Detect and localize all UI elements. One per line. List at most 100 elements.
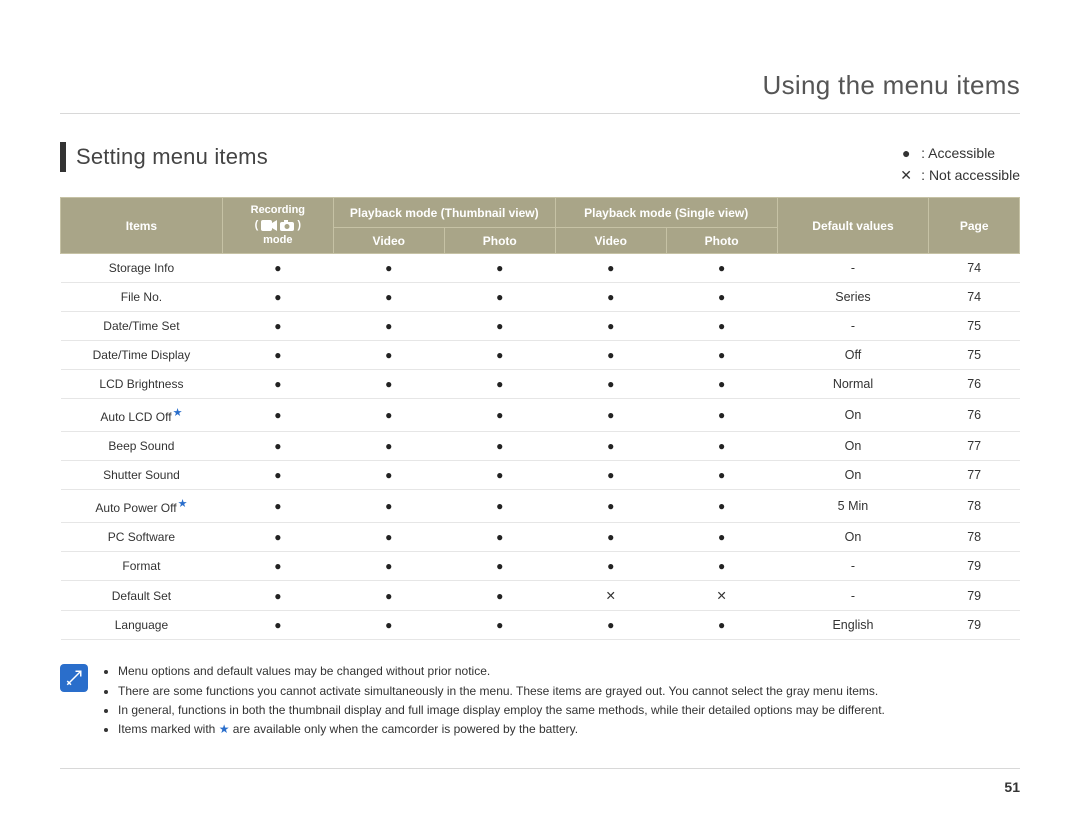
cell-mark: ● xyxy=(444,370,555,399)
divider xyxy=(60,113,1020,114)
cell-mark: ● xyxy=(555,490,666,523)
table-row: Date/Time Set●●●●●-75 xyxy=(61,312,1020,341)
cell-mark: ● xyxy=(666,370,777,399)
th-single-video: Video xyxy=(555,228,666,254)
cell-mark: ● xyxy=(666,254,777,283)
cell-mark: ● xyxy=(222,611,333,640)
table-row: File No.●●●●●Series74 xyxy=(61,283,1020,312)
cell-mark: ● xyxy=(333,370,444,399)
table-row: Date/Time Display●●●●●Off75 xyxy=(61,341,1020,370)
cell-mark: ● xyxy=(555,283,666,312)
cell-default: Off xyxy=(777,341,929,370)
paren-open: ( xyxy=(255,219,259,232)
cell-default: On xyxy=(777,523,929,552)
cell-mark: ● xyxy=(555,399,666,432)
cell-item: Default Set xyxy=(61,581,223,611)
cell-mark: ● xyxy=(444,283,555,312)
cell-mark: ● xyxy=(555,370,666,399)
cell-mark: ● xyxy=(222,523,333,552)
cell-mark: ● xyxy=(333,490,444,523)
photo-mode-icon xyxy=(280,220,294,231)
cell-mark: ● xyxy=(333,611,444,640)
cell-mark: ● xyxy=(555,552,666,581)
cell-mark: ● xyxy=(444,399,555,432)
note-item: Menu options and default values may be c… xyxy=(118,662,885,681)
table-row: Language●●●●●English79 xyxy=(61,611,1020,640)
cell-page: 79 xyxy=(929,552,1020,581)
cell-mark: ● xyxy=(222,370,333,399)
cell-mark: ● xyxy=(444,312,555,341)
cell-item: PC Software xyxy=(61,523,223,552)
cell-item: Auto LCD Off★ xyxy=(61,399,223,432)
th-recording-bottom: mode xyxy=(263,234,292,247)
cell-default: On xyxy=(777,461,929,490)
cell-mark: ● xyxy=(222,552,333,581)
cell-item: Date/Time Display xyxy=(61,341,223,370)
cell-default: - xyxy=(777,312,929,341)
table-row: Auto Power Off★●●●●●5 Min78 xyxy=(61,490,1020,523)
cell-mark: ● xyxy=(333,283,444,312)
cell-mark: ● xyxy=(222,490,333,523)
table-row: LCD Brightness●●●●●Normal76 xyxy=(61,370,1020,399)
cell-mark: ● xyxy=(222,581,333,611)
cell-mark: ● xyxy=(666,341,777,370)
cell-mark: ● xyxy=(444,523,555,552)
note-item: There are some functions you cannot acti… xyxy=(118,682,885,701)
cell-mark: ● xyxy=(333,552,444,581)
cell-mark: ● xyxy=(555,254,666,283)
cell-mark: ● xyxy=(555,611,666,640)
note-icon xyxy=(60,664,88,692)
cell-mark: ● xyxy=(666,283,777,312)
cell-page: 76 xyxy=(929,399,1020,432)
cell-mark: ● xyxy=(222,254,333,283)
cell-item: Date/Time Set xyxy=(61,312,223,341)
cell-mark: ● xyxy=(333,432,444,461)
note-item: Items marked with ★ are available only w… xyxy=(118,720,885,739)
cell-default: On xyxy=(777,432,929,461)
note-item: In general, functions in both the thumbn… xyxy=(118,701,885,720)
note4-part-b: are available only when the camcorder is… xyxy=(229,722,578,736)
note4-part-a: Items marked with xyxy=(118,722,219,736)
th-recording-top: Recording xyxy=(251,204,305,217)
cell-mark: ● xyxy=(333,461,444,490)
cell-mark: ● xyxy=(444,254,555,283)
th-recording: Recording ( ) mode xyxy=(222,197,333,254)
th-single-photo: Photo xyxy=(666,228,777,254)
video-mode-icon xyxy=(261,220,277,231)
cell-default: 5 Min xyxy=(777,490,929,523)
th-playback-thumbnail: Playback mode (Thumbnail view) xyxy=(333,197,555,228)
cell-mark: ● xyxy=(222,341,333,370)
cell-mark: ● xyxy=(444,611,555,640)
cell-item: File No. xyxy=(61,283,223,312)
cell-page: 78 xyxy=(929,490,1020,523)
star-icon: ★ xyxy=(173,407,183,419)
cell-item: Language xyxy=(61,611,223,640)
star-icon: ★ xyxy=(178,498,188,510)
section-title: Setting menu items xyxy=(60,142,268,172)
notes-list: Menu options and default values may be c… xyxy=(100,662,885,739)
star-icon: ★ xyxy=(219,722,230,736)
table-row: PC Software●●●●●On78 xyxy=(61,523,1020,552)
cell-mark: ● xyxy=(444,552,555,581)
not-accessible-x-icon: ✕ xyxy=(899,164,913,186)
cell-mark: ● xyxy=(666,399,777,432)
section-title-text: Setting menu items xyxy=(76,144,268,170)
table-row: Default Set●●●✕✕-79 xyxy=(61,581,1020,611)
cell-page: 75 xyxy=(929,312,1020,341)
cell-item: Format xyxy=(61,552,223,581)
cell-mark: ● xyxy=(333,581,444,611)
cell-mark: ● xyxy=(444,341,555,370)
table-body: Storage Info●●●●●-74File No.●●●●●Series7… xyxy=(61,254,1020,640)
cell-default: - xyxy=(777,581,929,611)
cell-mark: ● xyxy=(222,461,333,490)
cell-default: On xyxy=(777,399,929,432)
cell-mark: ● xyxy=(444,581,555,611)
th-playback-single: Playback mode (Single view) xyxy=(555,197,777,228)
cell-item: Beep Sound xyxy=(61,432,223,461)
cell-mark: ● xyxy=(444,432,555,461)
th-default-values: Default values xyxy=(777,197,929,254)
th-page: Page xyxy=(929,197,1020,254)
cell-mark: ● xyxy=(666,461,777,490)
th-items: Items xyxy=(61,197,223,254)
cell-mark: ● xyxy=(222,432,333,461)
